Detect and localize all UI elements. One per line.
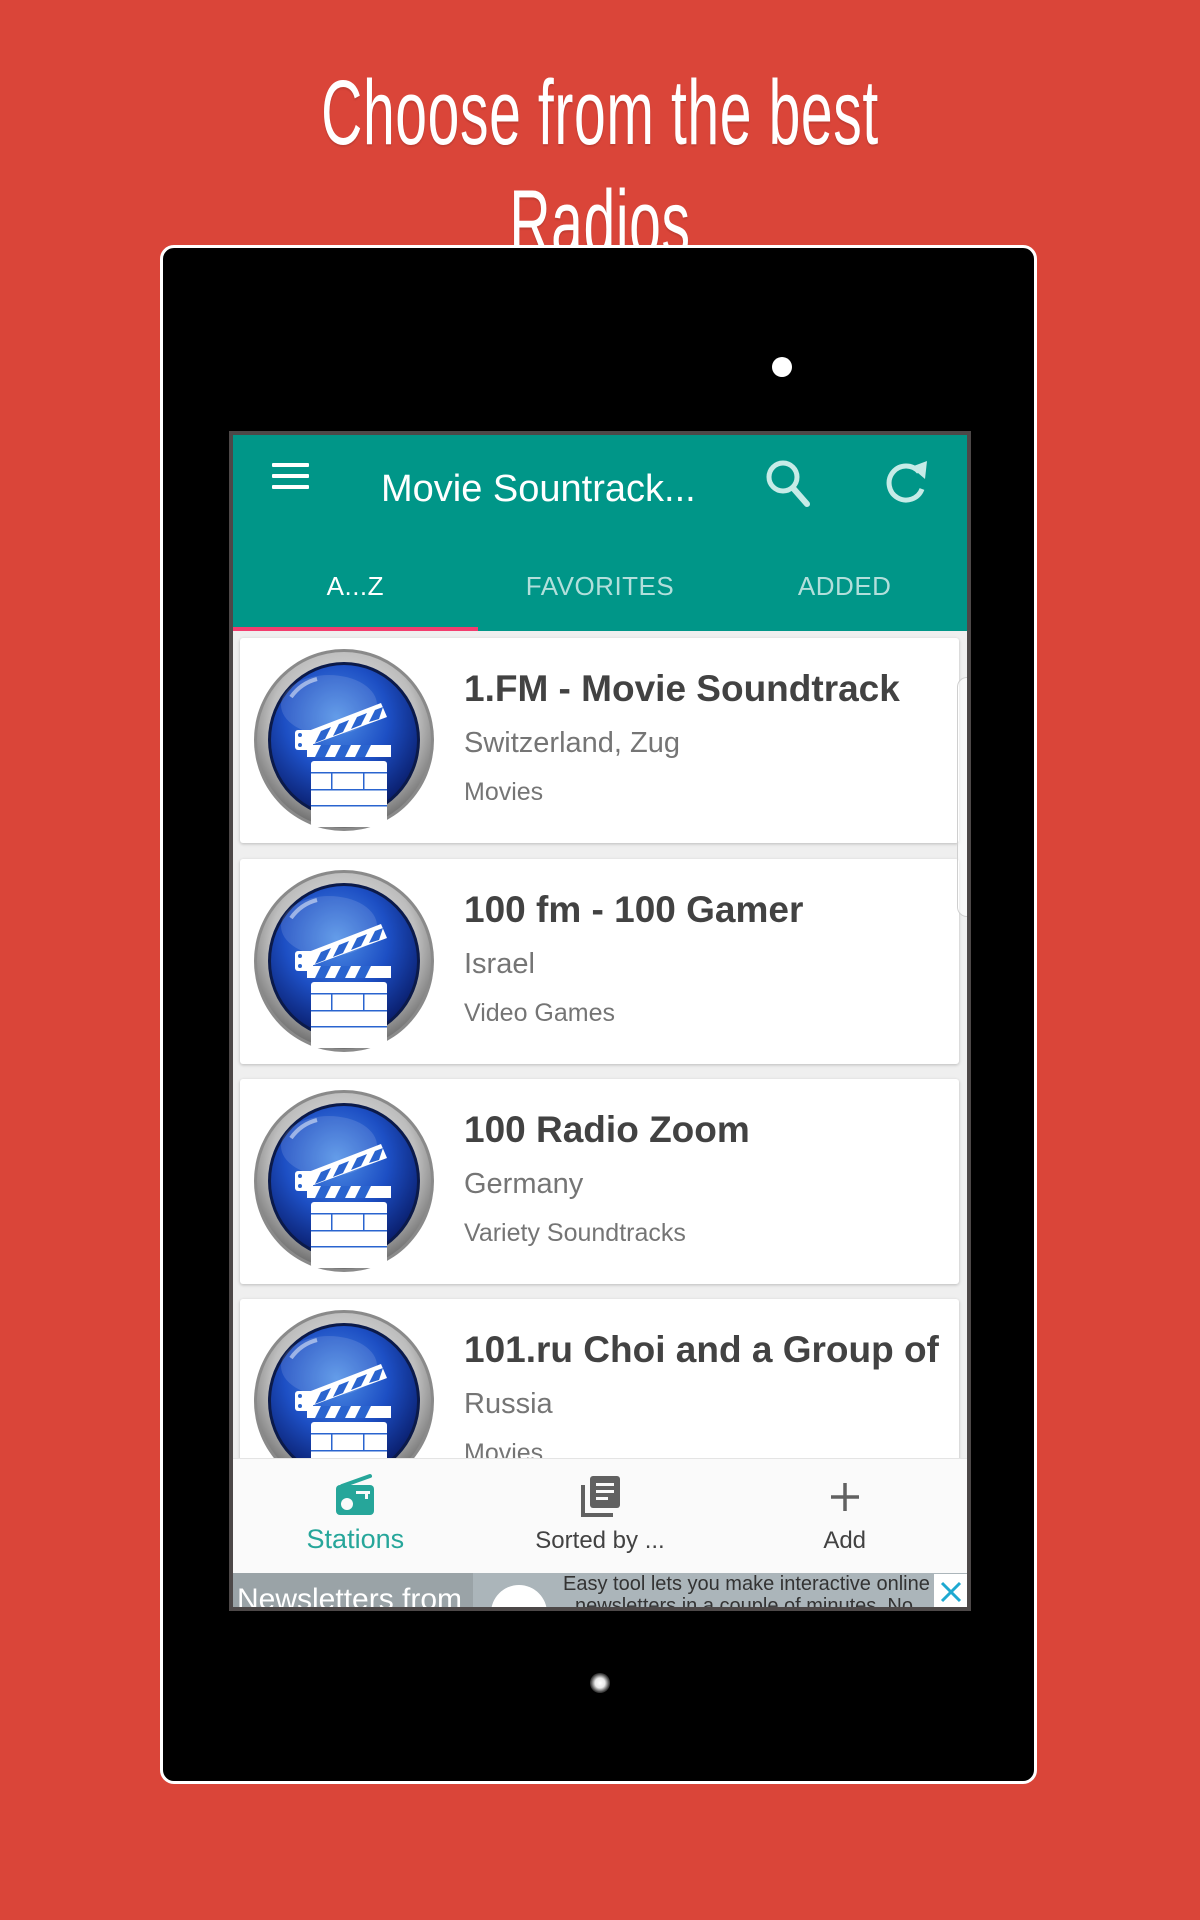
station-location: Russia: [464, 1388, 553, 1420]
station-list: 1.FM - Movie Soundtrack Switzerland, Zug…: [233, 631, 967, 1459]
plus-icon: [830, 1483, 859, 1511]
app-title: Movie Sountrack...: [381, 468, 696, 510]
refresh-icon[interactable]: [875, 455, 935, 515]
ad-left-panel: Newsletters from: [233, 1573, 473, 1611]
station-card[interactable]: 100 fm - 100 Gamer Israel Video Games: [240, 859, 959, 1064]
station-genre: Variety Soundtracks: [464, 1219, 686, 1247]
nav-stations-label: Stations: [306, 1524, 405, 1554]
station-genre: Video Games: [464, 999, 616, 1027]
close-icon[interactable]: [934, 1574, 967, 1607]
radio-icon: [336, 1474, 375, 1515]
clapperboard-icon: [251, 1088, 437, 1274]
scrollbar-thumb[interactable]: [957, 677, 967, 917]
hamburger-menu-icon[interactable]: [272, 463, 312, 503]
station-name: 101.ru Choi and a Group of: [464, 1329, 939, 1370]
bottom-navigation: Stations Sorted by ... Add: [233, 1458, 967, 1573]
station-name: 100 fm - 100 Gamer: [464, 889, 804, 930]
ad-text-line1: Easy tool lets you make interactive onli…: [563, 1573, 930, 1595]
station-location: Israel: [464, 948, 535, 980]
home-sensor-dot: [590, 1673, 610, 1693]
camera-dot: [772, 357, 792, 377]
nav-add-label: Add: [823, 1527, 867, 1554]
station-location: Germany: [464, 1168, 584, 1200]
station-name: 100 Radio Zoom: [464, 1109, 750, 1150]
library-books-icon: [581, 1476, 620, 1517]
tab-added[interactable]: ADDED: [722, 541, 967, 631]
nav-add[interactable]: Add: [722, 1459, 967, 1573]
clapperboard-icon: [251, 868, 437, 1054]
station-card[interactable]: 101.ru Choi and a Group of Russia Movies: [240, 1299, 959, 1459]
station-location: Switzerland, Zug: [464, 727, 680, 759]
station-card[interactable]: 1.FM - Movie Soundtrack Switzerland, Zug…: [240, 638, 959, 843]
tab-bar: A...Z FAVORITES ADDED: [233, 541, 967, 631]
search-icon[interactable]: [759, 455, 819, 515]
station-name: 1.FM - Movie Soundtrack: [464, 668, 900, 709]
nav-sorted-by[interactable]: Sorted by ...: [478, 1459, 723, 1573]
station-genre: Movies: [464, 778, 544, 806]
station-genre: Movies: [464, 1439, 544, 1459]
nav-sorted-by-label: Sorted by ...: [535, 1527, 665, 1554]
app-screen: Movie Sountrack... A...Z FAVORITES ADDED: [229, 431, 971, 1611]
clapperboard-icon: [251, 1308, 437, 1459]
ad-text-line2: newsletters in a couple of minutes. No: [575, 1595, 913, 1611]
ad-banner[interactable]: Newsletters from Easy tool lets you make…: [233, 1573, 967, 1611]
tab-favorites[interactable]: FAVORITES: [478, 541, 723, 631]
station-card[interactable]: 100 Radio Zoom Germany Variety Soundtrac…: [240, 1079, 959, 1284]
app-bar: Movie Sountrack... A...Z FAVORITES ADDED: [233, 435, 967, 631]
nav-stations[interactable]: Stations: [233, 1459, 478, 1573]
ad-left-text: Newsletters from: [237, 1583, 463, 1611]
clapperboard-icon: [251, 647, 437, 833]
tab-a-z[interactable]: A...Z: [233, 541, 478, 631]
